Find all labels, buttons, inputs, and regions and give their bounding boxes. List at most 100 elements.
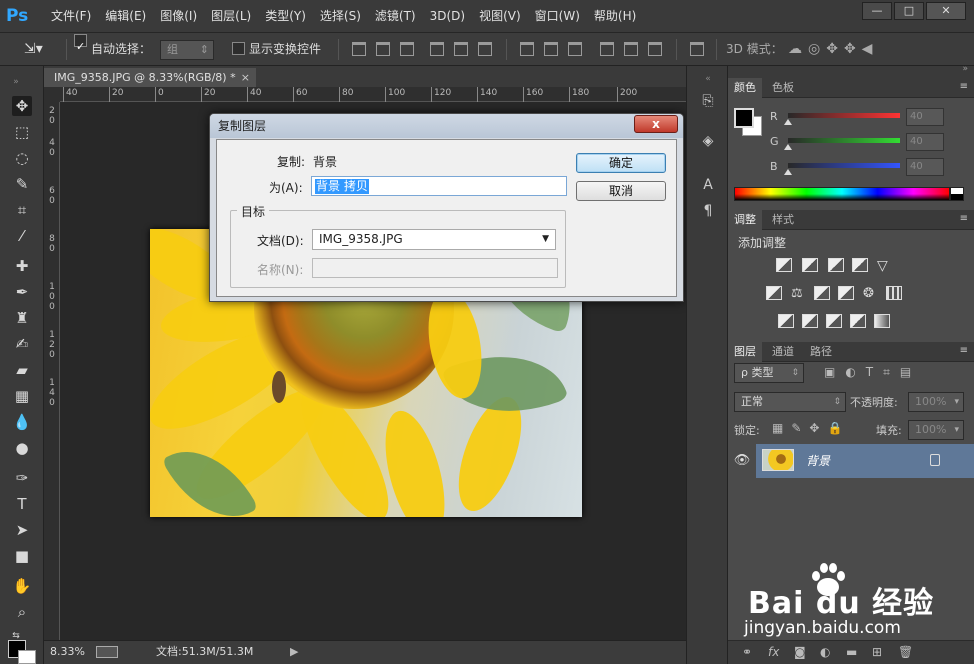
dialog-titlebar[interactable]: 复制图层 x bbox=[210, 114, 683, 138]
blue-channel-slider[interactable]: B 40 bbox=[770, 158, 970, 178]
panel-menu-icon[interactable]: ≡ bbox=[960, 81, 968, 92]
menu-filter[interactable]: 滤镜(T) bbox=[368, 0, 423, 33]
slider-thumb-icon[interactable] bbox=[784, 144, 792, 150]
visibility-eye-icon[interactable]: 👁 bbox=[728, 444, 756, 478]
link-layers-icon[interactable]: ⚭ bbox=[742, 645, 752, 659]
invert-icon[interactable] bbox=[778, 314, 794, 328]
collapse-arrows-icon[interactable]: » bbox=[6, 72, 26, 92]
menu-edit[interactable]: 编辑(E) bbox=[98, 0, 153, 33]
black-white-icon[interactable] bbox=[814, 286, 830, 300]
opacity-input[interactable]: 100% ▾ bbox=[908, 392, 964, 412]
layer-row-background[interactable]: 👁 背景 bbox=[728, 444, 974, 478]
align-vcenter-icon[interactable] bbox=[376, 42, 390, 56]
auto-select-checkbox[interactable]: 自动选择： bbox=[74, 33, 151, 66]
history-brush-tool-icon[interactable]: ✍ bbox=[12, 334, 32, 354]
menu-select[interactable]: 选择(S) bbox=[313, 0, 368, 33]
green-channel-slider[interactable]: G 40 bbox=[770, 133, 970, 153]
path-select-tool-icon[interactable]: ➤ bbox=[12, 520, 32, 540]
transform-controls-checkbox[interactable]: 显示变换控件 bbox=[232, 33, 321, 66]
layer-lock-icon[interactable] bbox=[930, 454, 940, 466]
document-dropdown[interactable]: IMG_9358.JPG ▼ bbox=[312, 229, 556, 250]
brush-tool-icon[interactable]: ✒ bbox=[12, 282, 32, 302]
pen-tool-icon[interactable]: ✑ bbox=[12, 468, 32, 488]
close-window-button[interactable]: ✕ bbox=[926, 2, 966, 20]
color-balance-icon[interactable]: ⚖ bbox=[790, 286, 806, 301]
color-lookup-icon[interactable] bbox=[886, 286, 902, 300]
menu-window[interactable]: 窗口(W) bbox=[528, 0, 587, 33]
dodge-tool-icon[interactable]: ● bbox=[12, 438, 32, 458]
maximize-button[interactable]: □ bbox=[894, 2, 924, 20]
menu-help[interactable]: 帮助(H) bbox=[587, 0, 643, 33]
channel-mixer-icon[interactable]: ❂ bbox=[862, 286, 878, 301]
lasso-tool-icon[interactable]: ◌ bbox=[12, 148, 32, 168]
align-left-icon[interactable] bbox=[430, 42, 444, 56]
tab-channels[interactable]: 通道 bbox=[766, 342, 800, 362]
menu-3d[interactable]: 3D(D) bbox=[423, 0, 472, 33]
eyedropper-tool-icon[interactable]: ⁄ bbox=[12, 226, 32, 246]
menu-view[interactable]: 视图(V) bbox=[472, 0, 528, 33]
hue-saturation-icon[interactable] bbox=[766, 286, 782, 300]
status-preview-icon[interactable] bbox=[96, 646, 118, 658]
healing-brush-tool-icon[interactable]: ✚ bbox=[12, 256, 32, 276]
menu-image[interactable]: 图像(I) bbox=[153, 0, 204, 33]
align-hcenter-icon[interactable] bbox=[454, 42, 468, 56]
clone-stamp-tool-icon[interactable]: ♜ bbox=[12, 308, 32, 328]
shape-tool-icon[interactable]: ■ bbox=[12, 546, 32, 566]
marquee-tool-icon[interactable]: ⬚ bbox=[12, 122, 32, 142]
quick-select-tool-icon[interactable]: ✎ bbox=[12, 174, 32, 194]
hand-tool-icon[interactable]: ✋ bbox=[12, 576, 32, 596]
ok-button[interactable]: 确定 bbox=[576, 153, 666, 173]
color-spectrum[interactable] bbox=[734, 187, 950, 201]
distribute-vcenter-icon[interactable] bbox=[544, 42, 558, 56]
slider-thumb-icon[interactable] bbox=[784, 169, 792, 175]
blur-tool-icon[interactable]: 💧 bbox=[12, 412, 32, 432]
new-adjustment-icon[interactable]: ◐ bbox=[820, 645, 830, 659]
threshold-icon[interactable] bbox=[826, 314, 842, 328]
menu-layer[interactable]: 图层(L) bbox=[204, 0, 258, 33]
panel-menu-icon[interactable]: ≡ bbox=[960, 345, 968, 356]
menu-file[interactable]: 文件(F) bbox=[44, 0, 98, 33]
ruler-horizontal[interactable]: 40 20 0 20 40 60 80 100 120 140 160 180 … bbox=[60, 87, 686, 102]
eraser-tool-icon[interactable]: ▰ bbox=[12, 360, 32, 380]
brightness-contrast-icon[interactable] bbox=[776, 258, 792, 272]
add-mask-icon[interactable]: ◙ bbox=[794, 645, 806, 659]
delete-layer-icon[interactable]: 🗑 bbox=[898, 645, 913, 659]
document-tab[interactable]: IMG_9358.JPG @ 8.33%(RGB/8) * × bbox=[44, 68, 256, 87]
red-track[interactable] bbox=[788, 113, 900, 118]
distribute-hcenter-icon[interactable] bbox=[624, 42, 638, 56]
dialog-close-button[interactable]: x bbox=[634, 115, 678, 133]
layer-name-input[interactable]: 背景 拷贝 bbox=[311, 176, 567, 196]
black-white-swatch[interactable] bbox=[950, 187, 964, 201]
vibrance-icon[interactable]: ▽ bbox=[876, 258, 892, 273]
selective-color-icon[interactable] bbox=[874, 314, 890, 328]
distribute-right-icon[interactable] bbox=[648, 42, 662, 56]
move-tool-icon[interactable]: ✥ bbox=[12, 96, 32, 116]
green-track[interactable] bbox=[788, 138, 900, 143]
fill-input[interactable]: 100% ▾ bbox=[908, 420, 964, 440]
tab-swatches[interactable]: 色板 bbox=[766, 78, 800, 98]
slider-thumb-icon[interactable] bbox=[784, 119, 792, 125]
align-right-icon[interactable] bbox=[478, 42, 492, 56]
menu-type[interactable]: 类型(Y) bbox=[258, 0, 313, 33]
gradient-tool-icon[interactable]: ▦ bbox=[12, 386, 32, 406]
align-bottom-icon[interactable] bbox=[400, 42, 414, 56]
paragraph-panel-icon[interactable]: ¶ bbox=[699, 202, 717, 220]
curves-icon[interactable] bbox=[828, 258, 844, 272]
layer-filter-icons[interactable]: ▣◐T⌗▤ bbox=[824, 365, 921, 380]
collapse-arrows-icon[interactable]: « bbox=[699, 70, 717, 88]
layer-fx-icon[interactable]: fx bbox=[768, 645, 779, 659]
green-value-input[interactable]: 40 bbox=[906, 133, 944, 151]
red-channel-slider[interactable]: R 40 bbox=[770, 108, 970, 128]
posterize-icon[interactable] bbox=[802, 314, 818, 328]
type-tool-icon[interactable]: T bbox=[12, 494, 32, 514]
new-document-name-input[interactable] bbox=[312, 258, 558, 278]
distribute-bottom-icon[interactable] bbox=[568, 42, 582, 56]
move-tool-preset-icon[interactable]: ⇲▾ bbox=[24, 33, 43, 66]
distribute-left-icon[interactable] bbox=[600, 42, 614, 56]
cancel-button[interactable]: 取消 bbox=[576, 181, 666, 201]
zoom-tool-icon[interactable]: ⌕ bbox=[12, 602, 32, 622]
gradient-map-icon[interactable] bbox=[850, 314, 866, 328]
photo-filter-icon[interactable] bbox=[838, 286, 854, 300]
auto-align-icon[interactable] bbox=[690, 42, 704, 56]
lock-icons[interactable]: ▦✎✥🔒 bbox=[772, 421, 850, 435]
